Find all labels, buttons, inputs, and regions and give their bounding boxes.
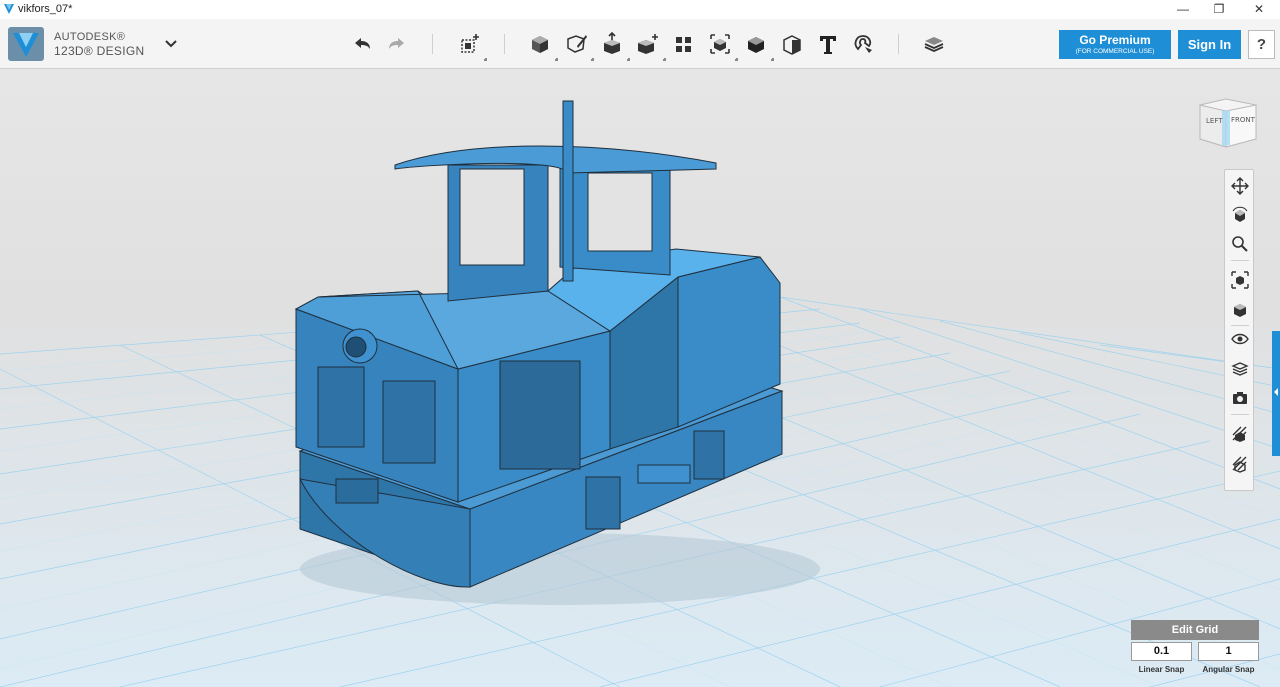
grid-icon[interactable] — [1230, 424, 1250, 444]
toolbar-separator — [504, 34, 505, 54]
title-bar: vikfors_07* — ❐ ✕ — [0, 0, 1280, 19]
construct-icon[interactable] — [599, 31, 625, 57]
close-button[interactable]: ✕ — [1240, 0, 1278, 19]
transform-icon[interactable] — [456, 31, 482, 57]
outline-icon[interactable] — [1230, 454, 1250, 474]
edit-grid-button[interactable]: Edit Grid — [1131, 620, 1259, 640]
sketch-icon[interactable] — [563, 31, 589, 57]
view-cube[interactable]: LEFT FRONT — [1196, 91, 1258, 149]
view-cube-front-label: FRONT — [1231, 116, 1256, 124]
dropdown-flag — [591, 58, 594, 61]
dropdown-flag — [627, 58, 630, 61]
angular-snap-input[interactable]: 1 — [1198, 642, 1259, 661]
dropdown-flag — [663, 58, 666, 61]
materials-view-icon[interactable] — [1230, 358, 1250, 378]
nav-separator — [1231, 325, 1249, 326]
app-menu-logo-icon[interactable] — [8, 27, 44, 61]
navigation-bar — [1224, 169, 1254, 491]
zoom-icon[interactable] — [1230, 234, 1250, 254]
text-icon[interactable] — [815, 31, 841, 57]
chevron-left-icon — [1274, 388, 1278, 396]
window-title: vikfors_07* — [18, 3, 73, 15]
sign-in-button[interactable]: Sign In — [1178, 30, 1241, 59]
brand-autodesk: AUTODESK® — [54, 31, 126, 43]
modify-icon[interactable] — [635, 31, 661, 57]
combine-icon[interactable] — [743, 31, 769, 57]
toolbar-separator — [432, 34, 433, 54]
scene-canvas[interactable] — [0, 69, 1280, 687]
snap-icon[interactable] — [850, 31, 876, 57]
nav-separator — [1231, 260, 1249, 261]
go-premium-label: Go Premium — [1079, 33, 1151, 47]
linear-snap-label: Linear Snap — [1138, 665, 1185, 674]
toolbar-separator — [898, 34, 899, 54]
3d-viewport[interactable]: LEFT FRONT Edit Grid 0.1 1 Linear Snap A… — [0, 69, 1280, 687]
help-button[interactable]: ? — [1248, 30, 1275, 59]
angular-snap-label: Angular Snap — [1202, 665, 1255, 674]
maximize-button[interactable]: ❐ — [1200, 0, 1238, 19]
chevron-down-icon[interactable] — [164, 39, 178, 49]
view-cube-left-label: LEFT — [1206, 117, 1223, 125]
pattern-icon[interactable] — [671, 31, 697, 57]
main-toolbar: AUTODESK® 123D® DESIGN Go Premium (FOR C… — [0, 19, 1280, 69]
dropdown-flag — [555, 58, 558, 61]
dropdown-flag — [771, 58, 774, 61]
minimize-button[interactable]: — — [1164, 0, 1202, 19]
linear-snap-input[interactable]: 0.1 — [1131, 642, 1192, 661]
fit-icon[interactable] — [1230, 270, 1250, 290]
snapshot-icon[interactable] — [1230, 388, 1250, 408]
app-logo-icon — [4, 4, 14, 14]
redo-icon[interactable] — [384, 31, 410, 57]
go-premium-sublabel: (FOR COMMERCIAL USE) — [1075, 48, 1155, 55]
undo-icon[interactable] — [349, 31, 375, 57]
view-icon[interactable] — [1230, 300, 1250, 320]
go-premium-button[interactable]: Go Premium (FOR COMMERCIAL USE) — [1059, 30, 1171, 59]
primitives-icon[interactable] — [527, 31, 553, 57]
visibility-icon[interactable] — [1230, 329, 1250, 349]
materials-icon[interactable] — [921, 31, 947, 57]
dropdown-flag — [735, 58, 738, 61]
orbit-icon[interactable] — [1230, 205, 1250, 225]
pan-icon[interactable] — [1230, 176, 1250, 196]
measure-icon[interactable] — [779, 31, 805, 57]
side-panel-toggle[interactable] — [1272, 331, 1280, 456]
grouping-icon[interactable] — [707, 31, 733, 57]
nav-separator — [1231, 414, 1249, 415]
dropdown-flag — [484, 58, 487, 61]
brand-product: 123D® DESIGN — [54, 44, 145, 58]
